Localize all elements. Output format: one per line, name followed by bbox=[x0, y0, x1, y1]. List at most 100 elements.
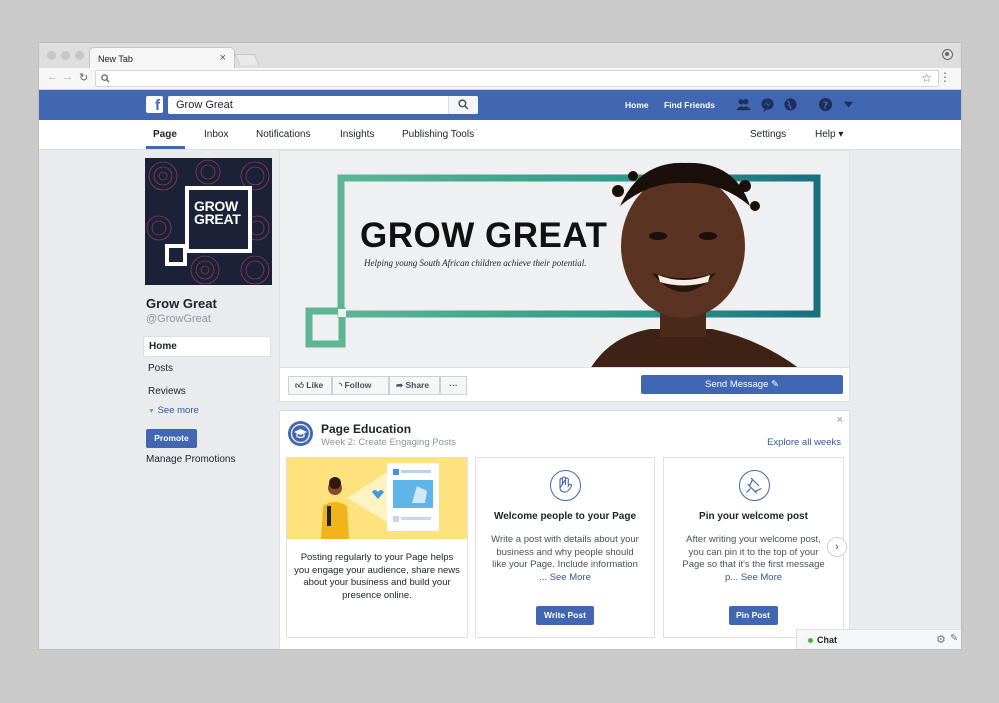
sidebar-item-home[interactable]: Home bbox=[143, 336, 271, 357]
sidebar-item-posts[interactable]: Posts bbox=[148, 363, 173, 374]
tab-title: New Tab bbox=[98, 54, 133, 64]
waving-hand-icon bbox=[550, 470, 581, 501]
page-handle[interactable]: @GrowGreat bbox=[146, 313, 211, 325]
chat-bar[interactable]: Chat ⚙ ✎ bbox=[796, 629, 961, 649]
search-input[interactable]: Grow Great bbox=[168, 96, 478, 114]
profile-logo-text: GROW GREAT bbox=[194, 199, 241, 227]
reload-icon[interactable]: ↻ bbox=[79, 71, 88, 84]
tab-page[interactable]: Page bbox=[153, 129, 177, 140]
send-message-label: Send Message bbox=[705, 379, 769, 390]
browser-toolbar: ← → ↻ ☆ ⋮ bbox=[39, 68, 961, 90]
maximize-window-button[interactable] bbox=[75, 51, 84, 60]
pencil-icon: ✎ bbox=[771, 379, 779, 390]
cover-tagline: Helping young South African children ach… bbox=[364, 258, 587, 268]
page-name[interactable]: Grow Great bbox=[146, 296, 217, 311]
online-status-icon bbox=[808, 638, 813, 643]
write-post-button[interactable]: Write Post bbox=[536, 606, 594, 625]
education-subtitle: Week 2: Create Engaging Posts bbox=[321, 437, 457, 448]
share-arrow-icon: ➦ bbox=[396, 380, 404, 390]
see-more-link[interactable]: ▼ See more bbox=[148, 405, 199, 416]
minimize-window-button[interactable] bbox=[61, 51, 70, 60]
nav-find-friends-link[interactable]: Find Friends bbox=[664, 100, 715, 110]
active-tab-indicator bbox=[146, 146, 185, 149]
education-cap-icon bbox=[288, 421, 313, 446]
profile-logo-square bbox=[165, 244, 187, 266]
rss-icon: ◝ bbox=[339, 381, 343, 390]
notifications-globe-icon[interactable] bbox=[783, 97, 798, 112]
page-actions-bar: 👍︎ Like ◝ Follow ➦ Share ··· Send Messag… bbox=[279, 368, 850, 402]
search-value: Grow Great bbox=[176, 99, 233, 111]
close-window-button[interactable] bbox=[47, 51, 56, 60]
see-more-link[interactable]: See More bbox=[550, 572, 591, 583]
page-tabs: Page Inbox Notifications Insights Publis… bbox=[39, 120, 961, 150]
bookmark-star-icon[interactable]: ☆ bbox=[921, 71, 932, 85]
education-title: Page Education bbox=[321, 422, 412, 436]
browser-window: New Tab × ← → ↻ ☆ ⋮ f Grow Great Home Fi… bbox=[39, 43, 961, 649]
share-label: Share bbox=[405, 380, 430, 390]
education-card-pin[interactable]: Pin your welcome post After writing your… bbox=[663, 457, 844, 638]
see-more-link[interactable]: See More bbox=[741, 572, 782, 583]
page-education-panel: Page Education Week 2: Create Engaging P… bbox=[279, 410, 850, 649]
browser-tabbar: New Tab × bbox=[39, 43, 961, 68]
cover-title: GROW GREAT bbox=[360, 216, 608, 255]
sidebar-item-label: Home bbox=[149, 341, 177, 352]
help-dropdown[interactable]: Help ▾ bbox=[815, 129, 843, 140]
browser-tab[interactable]: New Tab × bbox=[89, 47, 235, 68]
facebook-logo-icon[interactable]: f bbox=[146, 96, 163, 114]
tab-notifications[interactable]: Notifications bbox=[256, 129, 310, 140]
profile-logo-line2: GREAT bbox=[194, 211, 241, 227]
forward-arrow-icon[interactable]: → bbox=[62, 71, 73, 83]
close-icon[interactable]: × bbox=[837, 414, 843, 426]
promote-button[interactable]: Promote bbox=[146, 429, 197, 448]
profile-picture[interactable]: GROW GREAT bbox=[145, 158, 272, 285]
pin-post-button[interactable]: Pin Post bbox=[728, 606, 778, 625]
tab-close-icon[interactable]: × bbox=[220, 52, 226, 64]
account-menu-chevron-down-icon[interactable] bbox=[841, 97, 856, 112]
search-icon bbox=[101, 74, 110, 83]
send-message-button[interactable]: Send Message ✎ bbox=[641, 375, 843, 394]
explore-all-weeks-link[interactable]: Explore all weeks bbox=[767, 437, 841, 448]
account-icon[interactable] bbox=[942, 49, 953, 60]
education-card-welcome[interactable]: Welcome people to your Page Write a post… bbox=[475, 457, 655, 638]
browser-menu-icon[interactable]: ⋮ bbox=[939, 70, 951, 84]
pin-icon bbox=[738, 470, 770, 501]
gear-icon[interactable]: ⚙ bbox=[936, 633, 946, 646]
help-icon[interactable]: ? bbox=[818, 97, 833, 112]
follow-label: Follow bbox=[344, 380, 372, 390]
pin-card-title: Pin your welcome post bbox=[699, 511, 808, 522]
svg-text:?: ? bbox=[823, 100, 828, 111]
back-arrow-icon[interactable]: ← bbox=[47, 71, 58, 83]
window-controls bbox=[47, 51, 84, 60]
pin-card-description: After writing your welcome post, you can… bbox=[678, 534, 829, 584]
tab-publishing-tools[interactable]: Publishing Tools bbox=[402, 129, 474, 140]
sidebar-item-reviews[interactable]: Reviews bbox=[148, 386, 186, 397]
tab-insights[interactable]: Insights bbox=[340, 129, 374, 140]
tab-inbox[interactable]: Inbox bbox=[204, 129, 228, 140]
search-button[interactable] bbox=[448, 96, 478, 114]
cover-photo[interactable]: GROW GREAT Helping young South African c… bbox=[279, 150, 850, 368]
see-more-label: See more bbox=[157, 405, 199, 416]
messenger-icon[interactable] bbox=[760, 97, 775, 112]
next-card-chevron-right-icon[interactable]: › bbox=[827, 537, 847, 557]
chevron-down-icon: ▼ bbox=[148, 408, 155, 415]
facebook-header: f Grow Great Home Find Friends ? bbox=[39, 90, 961, 120]
welcome-card-title: Welcome people to your Page bbox=[493, 511, 637, 522]
chat-label: Chat bbox=[817, 635, 837, 645]
search-icon bbox=[458, 99, 469, 110]
share-button[interactable]: ➦ Share bbox=[389, 376, 440, 395]
address-input[interactable]: ☆ bbox=[95, 70, 939, 87]
nav-home-link[interactable]: Home bbox=[625, 100, 649, 110]
right-rail bbox=[852, 150, 961, 649]
tab-settings[interactable]: Settings bbox=[750, 129, 786, 140]
manage-promotions-link[interactable]: Manage Promotions bbox=[146, 454, 236, 465]
more-options-button[interactable]: ··· bbox=[440, 376, 467, 395]
compose-icon[interactable]: ✎ bbox=[950, 633, 958, 644]
thumbs-up-icon: 👍︎ bbox=[295, 380, 304, 390]
follow-button[interactable]: ◝ Follow bbox=[332, 376, 389, 395]
new-tab-button[interactable] bbox=[234, 54, 260, 65]
like-button[interactable]: 👍︎ Like bbox=[288, 376, 332, 395]
friend-requests-icon[interactable] bbox=[736, 97, 751, 112]
posting-illustration bbox=[287, 458, 467, 539]
welcome-card-description: Write a post with details about your bus… bbox=[490, 534, 640, 584]
education-card-posting[interactable]: Posting regularly to your Page helps you… bbox=[286, 457, 468, 638]
